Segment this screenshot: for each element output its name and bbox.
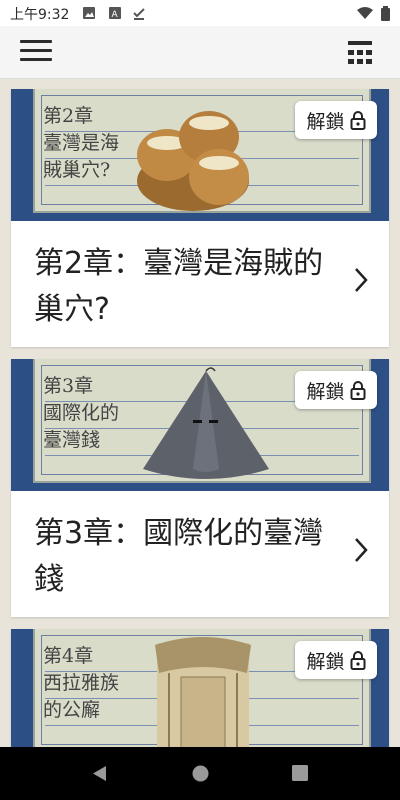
wifi-icon [357,7,373,19]
chapter-card[interactable]: 第3章 國際化的 臺灣錢 解鎖 第3章：國際化的臺灣錢 [11,359,389,617]
chevron-right-icon[interactable] [353,537,369,563]
chapter-card[interactable]: 第2章 臺灣是海 賊巢穴? 解鎖 第2章：臺灣是海賊的巢穴? [11,89,389,347]
lock-icon [350,111,365,130]
thatched-hut-illustration [155,637,251,747]
lock-icon [350,381,365,400]
battery-icon [381,6,390,21]
text-notification-icon: A [109,7,121,20]
chapter-title-row[interactable]: 第3章：國際化的臺灣錢 [11,491,389,617]
chapter-illustration: 第3章 國際化的 臺灣錢 解鎖 [11,359,389,491]
chapter-list[interactable]: 第2章 臺灣是海 賊巢穴? 解鎖 第2章：臺灣是海賊的巢穴? 第3章 國際化的 … [0,79,400,747]
calculator-icon[interactable] [346,39,374,67]
download-done-icon [133,8,145,20]
unlock-button[interactable]: 解鎖 [295,371,377,409]
unlock-button[interactable]: 解鎖 [295,641,377,679]
app-bar [0,26,400,79]
status-bar: 上午9:32 A [0,0,400,26]
chapter-title: 第3章：國際化的臺灣錢 [34,516,324,597]
recents-icon[interactable] [292,765,308,781]
chevron-right-icon[interactable] [353,267,369,293]
cone-bag-illustration [143,367,269,479]
chapter-illustration: 第2章 臺灣是海 賊巢穴? 解鎖 [11,89,389,221]
rice-sacks-illustration [137,111,249,211]
chapter-title-row[interactable]: 第2章：臺灣是海賊的巢穴? [11,221,389,347]
unlock-button[interactable]: 解鎖 [295,101,377,139]
chapter-illustration: 第4章 西拉雅族 的公廨 解鎖 [11,629,389,747]
svg-text:A: A [112,10,119,20]
chapter-title: 第2章：臺灣是海賊的巢穴? [34,246,324,327]
system-navigation-bar [0,747,400,800]
lock-icon [350,651,365,670]
chapter-handwriting: 第4章 西拉雅族 的公廨 [43,645,120,721]
back-icon[interactable] [91,765,107,782]
chapter-card[interactable]: 第4章 西拉雅族 的公廨 解鎖 [11,629,389,747]
hamburger-menu-icon[interactable] [20,40,52,64]
image-notification-icon [83,7,95,19]
status-time: 上午9:32 [10,7,70,23]
home-icon[interactable] [192,765,209,782]
